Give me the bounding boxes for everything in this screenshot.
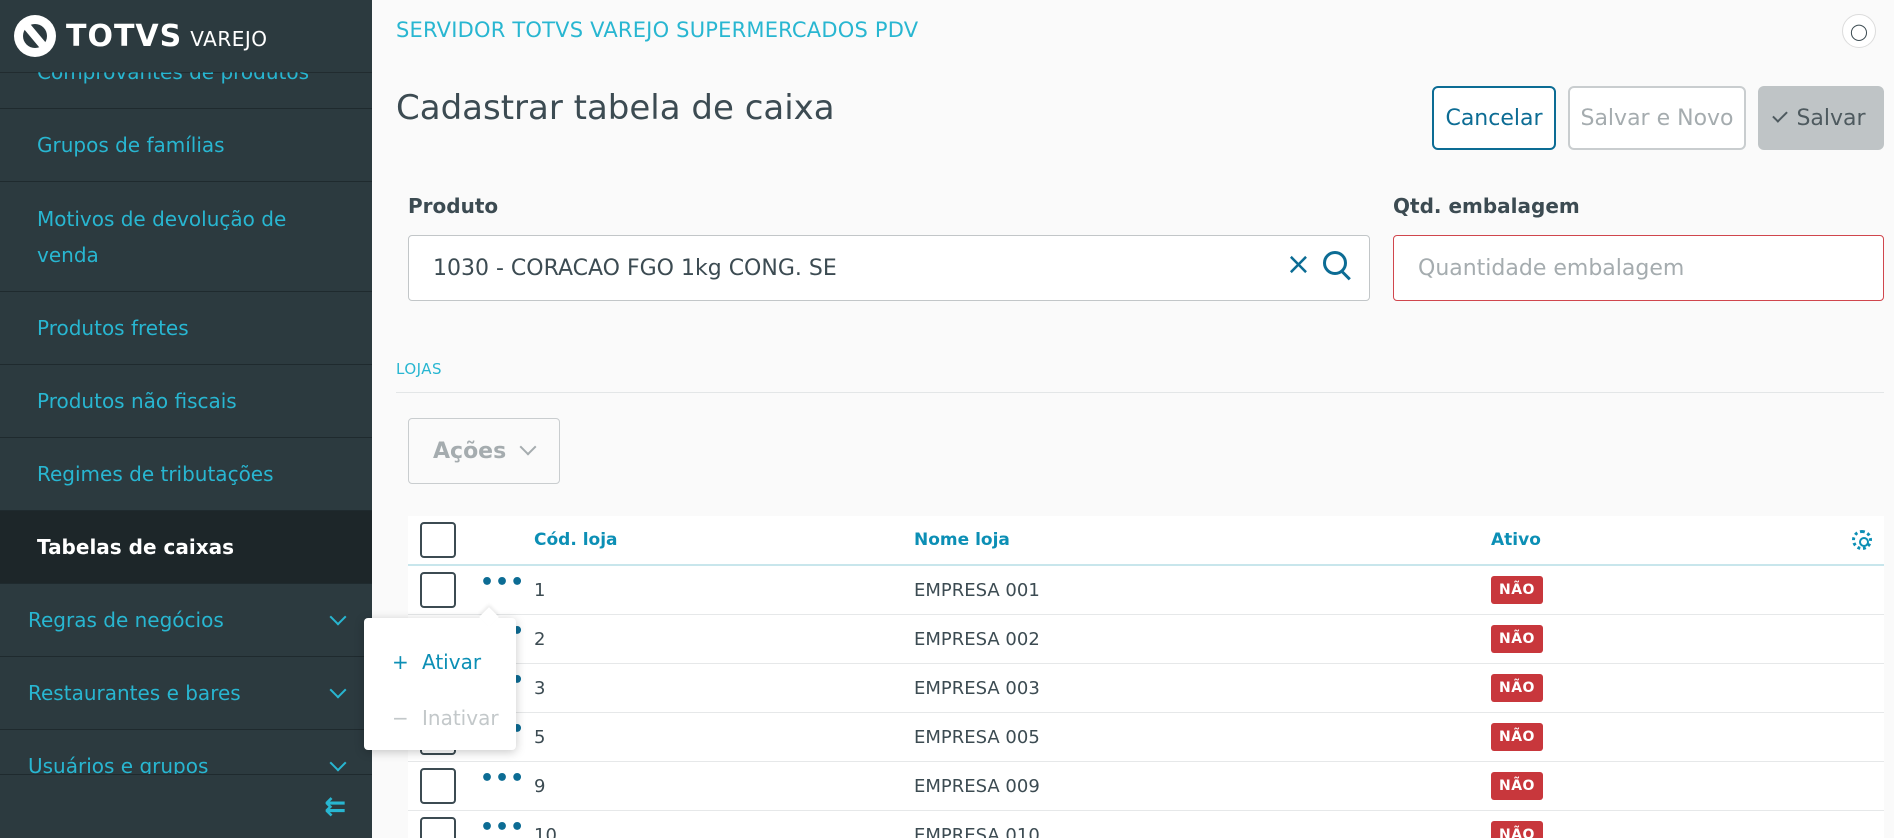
- status-badge: NÃO: [1491, 723, 1543, 751]
- status-badge: NÃO: [1491, 674, 1543, 702]
- status-badge: NÃO: [1491, 772, 1543, 800]
- more-actions-icon[interactable]: •••: [480, 815, 525, 838]
- table-row: ••• 10 EMPRESA 010 NÃO: [408, 811, 1884, 838]
- cell-nome-loja: EMPRESA 010: [914, 824, 1040, 838]
- sidebar-item-produtos-fretes[interactable]: Produtos fretes: [0, 292, 372, 365]
- status-badge: NÃO: [1491, 625, 1543, 653]
- cell-nome-loja: EMPRESA 001: [914, 579, 1040, 601]
- save-and-new-button[interactable]: Salvar e Novo: [1568, 86, 1746, 150]
- sidebar-group-restaurantes-bares[interactable]: Restaurantes e bares: [0, 657, 372, 730]
- cancel-button[interactable]: Cancelar: [1432, 86, 1556, 150]
- logo-bar: TOTVS VAREJO: [0, 0, 372, 72]
- ativar-menu-item[interactable]: + Ativar: [392, 650, 481, 674]
- page-title: Cadastrar tabela de caixa: [396, 88, 835, 128]
- produto-input[interactable]: 1030 - CORACAO FGO 1kg CONG. SE ×: [408, 235, 1370, 301]
- inativar-menu-item[interactable]: − Inativar: [392, 706, 499, 730]
- table-row: ••• 9 EMPRESA 009 NÃO: [408, 762, 1884, 811]
- check-icon: [1772, 107, 1789, 123]
- actions-dropdown-button[interactable]: Ações: [408, 418, 560, 484]
- sidebar-group-label: Restaurantes e bares: [28, 681, 241, 705]
- row-checkbox[interactable]: [420, 572, 456, 608]
- cell-cod-loja: 3: [534, 677, 546, 699]
- row-actions-popup: + Ativar − Inativar: [364, 618, 516, 750]
- save-button[interactable]: Salvar: [1758, 86, 1884, 150]
- cell-nome-loja: EMPRESA 003: [914, 677, 1040, 699]
- cell-cod-loja: 5: [534, 726, 546, 748]
- save-button-label: Salvar: [1796, 105, 1866, 131]
- sidebar-item-produtos-nao-fiscais[interactable]: Produtos não fiscais: [0, 365, 372, 438]
- sidebar-group-label: Regras de negócios: [28, 608, 224, 632]
- produto-value: 1030 - CORACAO FGO 1kg CONG. SE: [433, 255, 837, 281]
- minus-icon: −: [392, 706, 409, 730]
- qtd-embalagem-placeholder: Quantidade embalagem: [1418, 255, 1685, 281]
- more-actions-icon[interactable]: •••: [480, 766, 525, 791]
- produto-label: Produto: [408, 194, 499, 218]
- sidebar-item-label: Regimes de tributações: [37, 462, 274, 486]
- cell-nome-loja: EMPRESA 002: [914, 628, 1040, 650]
- cell-nome-loja: EMPRESA 009: [914, 775, 1040, 797]
- user-avatar-icon[interactable]: ◯: [1842, 14, 1876, 48]
- sidebar-item-label: Motivos de devolução de venda: [37, 206, 287, 267]
- chevron-down-icon: [329, 681, 347, 699]
- sidebar-item-tabelas-caixas[interactable]: Tabelas de caixas: [0, 511, 372, 584]
- brand-name: TOTVS: [66, 18, 183, 54]
- sidebar-item-label: Produtos fretes: [37, 316, 189, 340]
- table-row: ••• 2 EMPRESA 002 NÃO: [408, 615, 1884, 664]
- sidebar-item-regimes-tributacoes[interactable]: Regimes de tributações: [0, 438, 372, 511]
- qtd-embalagem-label: Qtd. embalagem: [1393, 194, 1580, 218]
- ativar-label: Ativar: [422, 650, 482, 674]
- more-actions-icon[interactable]: •••: [480, 570, 525, 595]
- sidebar: Comprovantes de produtos Grupos de famíl…: [0, 0, 372, 838]
- sidebar-group-regras-negocios[interactable]: Regras de negócios: [0, 584, 372, 657]
- lojas-table: Cód. loja Nome loja Ativo ••• 1 EMPRESA …: [408, 516, 1884, 838]
- row-checkbox[interactable]: [420, 768, 456, 804]
- qtd-embalagem-input[interactable]: Quantidade embalagem: [1393, 235, 1884, 301]
- section-divider: [396, 392, 1884, 393]
- sidebar-item-label: Tabelas de caixas: [37, 535, 235, 559]
- gear-icon[interactable]: [1852, 530, 1872, 550]
- sidebar-item-label: Grupos de famílias: [37, 133, 225, 157]
- sidebar-item-motivos-devolucao[interactable]: Motivos de devolução de venda: [0, 182, 372, 292]
- table-row: ••• 5 EMPRESA 005 NÃO: [408, 713, 1884, 762]
- column-header-ativo[interactable]: Ativo: [1491, 530, 1541, 550]
- brand-sub: VAREJO: [190, 27, 268, 51]
- status-badge: NÃO: [1491, 576, 1543, 604]
- totvs-logo-icon: [14, 15, 56, 57]
- cell-cod-loja: 9: [534, 775, 546, 797]
- sidebar-item-label: Produtos não fiscais: [37, 389, 237, 413]
- chevron-down-icon: [329, 754, 347, 772]
- table-row: ••• 1 EMPRESA 001 NÃO: [408, 566, 1884, 615]
- chevron-down-icon: [329, 608, 347, 626]
- main-content: SERVIDOR TOTVS VAREJO SUPERMERCADOS PDV …: [372, 0, 1894, 838]
- actions-label: Ações: [433, 438, 507, 464]
- cell-cod-loja: 10: [534, 824, 557, 838]
- collapse-menu-icon[interactable]: ⇇: [324, 792, 346, 822]
- clear-icon[interactable]: ×: [1286, 250, 1311, 280]
- cell-cod-loja: 2: [534, 628, 546, 650]
- plus-icon: +: [392, 650, 409, 674]
- inativar-label: Inativar: [422, 706, 499, 730]
- table-row: ••• 3 EMPRESA 003 NÃO: [408, 664, 1884, 713]
- chevron-down-icon: [519, 438, 537, 456]
- search-icon[interactable]: [1323, 251, 1351, 279]
- column-header-cod-loja[interactable]: Cód. loja: [534, 530, 618, 550]
- select-all-checkbox[interactable]: [420, 522, 456, 558]
- lojas-section-title: LOJAS: [396, 360, 443, 378]
- sidebar-item-grupos-familias[interactable]: Grupos de famílias: [0, 109, 372, 182]
- cell-cod-loja: 1: [534, 579, 546, 601]
- column-header-nome-loja[interactable]: Nome loja: [914, 530, 1010, 550]
- server-title: SERVIDOR TOTVS VAREJO SUPERMERCADOS PDV: [396, 18, 919, 42]
- sidebar-footer: ⇇: [0, 774, 372, 838]
- cell-nome-loja: EMPRESA 005: [914, 726, 1040, 748]
- row-checkbox[interactable]: [420, 817, 456, 838]
- table-header: Cód. loja Nome loja Ativo: [408, 516, 1884, 566]
- status-badge: NÃO: [1491, 821, 1543, 838]
- sidebar-menu: Comprovantes de produtos Grupos de famíl…: [0, 36, 372, 803]
